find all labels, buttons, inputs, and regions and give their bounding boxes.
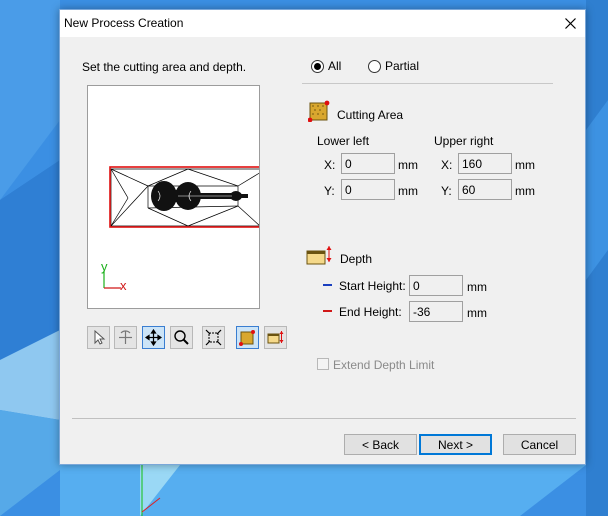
preview-canvas: y x <box>101 166 268 293</box>
fit-tool[interactable] <box>202 326 225 349</box>
cancel-button[interactable]: Cancel <box>503 434 576 455</box>
end-height-label: End Height: <box>339 305 402 319</box>
close-icon <box>564 18 576 29</box>
pan-arrows-icon <box>145 329 162 346</box>
rotate-view-icon <box>119 330 132 344</box>
start-height-label: Start Height: <box>339 279 406 293</box>
radio-partial-label: Partial <box>385 59 420 73</box>
axis-x-label: x <box>120 278 127 293</box>
back-button[interactable]: < Back <box>344 434 417 455</box>
radio-all-label: All <box>328 59 342 73</box>
extend-depth-limit-label: Extend Depth Limit <box>333 358 435 372</box>
next-button[interactable]: Next > <box>419 434 492 455</box>
end-height-marker <box>323 310 332 312</box>
lower-left-y-unit: mm <box>398 184 418 198</box>
end-height-field[interactable] <box>409 301 463 322</box>
lower-left-x-field[interactable] <box>341 153 395 174</box>
upper-right-label: Upper right <box>434 134 494 148</box>
depth-tool[interactable] <box>264 326 287 349</box>
upper-right-y-unit: mm <box>515 184 535 198</box>
rotate-tool[interactable] <box>114 326 137 349</box>
pan-tool[interactable] <box>142 326 165 349</box>
end-height-unit: mm <box>467 306 487 320</box>
upper-right-x-field[interactable] <box>458 153 512 174</box>
lower-left-x-unit: mm <box>398 158 418 172</box>
radio-partial-indicator[interactable] <box>368 59 381 73</box>
lower-left-y-label: Y: <box>324 184 335 198</box>
cutting-area-icon <box>239 330 255 346</box>
radio-all[interactable]: All <box>311 59 341 73</box>
radio-all-indicator[interactable] <box>311 59 324 73</box>
start-height-marker <box>323 284 332 286</box>
close-button[interactable] <box>555 10 585 37</box>
title-bar: New Process Creation <box>60 10 585 37</box>
lower-left-label: Lower left <box>317 134 370 148</box>
cutting-area-tool[interactable] <box>236 326 259 349</box>
instruction-text: Set the cutting area and depth. <box>82 60 247 74</box>
radio-partial[interactable]: Partial <box>368 59 419 73</box>
magnifier-icon <box>174 330 189 345</box>
cutting-preview[interactable]: y x <box>87 85 268 309</box>
new-process-dialog: New Process Creation Set the cutting are… <box>59 9 586 465</box>
upper-right-x-unit: mm <box>515 158 535 172</box>
footer-divider <box>72 418 576 419</box>
zoom-tool[interactable] <box>170 326 193 349</box>
divider-top <box>302 83 553 84</box>
cutting-area-icon <box>308 100 330 122</box>
extend-depth-limit-checkbox[interactable] <box>317 358 329 370</box>
select-tool[interactable] <box>87 326 110 349</box>
dialog-title: New Process Creation <box>64 16 184 30</box>
cutting-area-heading: Cutting Area <box>337 108 404 122</box>
pointer-icon <box>94 330 105 345</box>
lower-left-x-label: X: <box>324 158 336 172</box>
start-height-unit: mm <box>467 280 487 294</box>
lower-left-y-field[interactable] <box>341 179 395 200</box>
depth-icon <box>306 246 332 265</box>
fit-to-window-icon <box>205 329 222 346</box>
start-height-field[interactable] <box>409 275 463 296</box>
depth-icon <box>267 331 284 344</box>
depth-heading: Depth <box>340 252 373 266</box>
upper-right-x-label: X: <box>441 158 453 172</box>
axis-y-label: y <box>101 259 108 274</box>
upper-right-y-field[interactable] <box>458 179 512 200</box>
upper-right-y-label: Y: <box>441 184 452 198</box>
